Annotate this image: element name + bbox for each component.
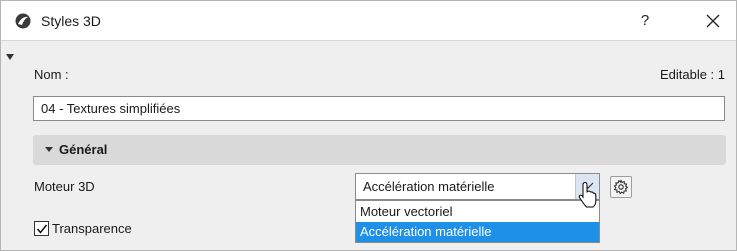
dropdown-toggle[interactable] <box>575 174 599 199</box>
engine-settings-button[interactable] <box>610 176 632 198</box>
engine-dropdown-list: Moteur vectoriel Accélération matérielle <box>355 200 600 243</box>
engine-select-value: Accélération matérielle <box>363 179 495 194</box>
dropdown-option-hardware-acceleration[interactable]: Accélération matérielle <box>356 222 599 242</box>
gear-icon <box>613 179 629 195</box>
help-button[interactable]: ? <box>633 9 657 33</box>
name-label: Nom : <box>34 67 69 82</box>
window-title: Styles 3D <box>41 13 101 29</box>
close-button[interactable] <box>701 9 725 33</box>
title-bar: Styles 3D ? <box>1 1 736 41</box>
close-icon <box>706 14 720 28</box>
engine-label: Moteur 3D <box>34 179 95 194</box>
app-logo-icon <box>15 13 31 29</box>
transparency-checkbox[interactable] <box>34 221 49 236</box>
dropdown-option-vector-engine[interactable]: Moteur vectoriel <box>356 202 599 222</box>
style-name-input[interactable] <box>33 96 725 121</box>
general-section-header[interactable]: Général <box>33 135 726 165</box>
panel-collapse-icon[interactable] <box>6 54 14 60</box>
editable-status: Editable : 1 <box>659 67 725 82</box>
transparency-label: Transparence <box>52 221 132 236</box>
checkmark-icon <box>36 224 48 234</box>
engine-select[interactable]: Accélération matérielle <box>355 173 600 200</box>
collapse-arrow-icon <box>45 147 53 152</box>
section-title: Général <box>59 142 108 157</box>
chevron-down-icon <box>582 182 594 189</box>
styles-3d-dialog: Styles 3D ? Nom : Editable : 1 Général M… <box>0 0 737 251</box>
